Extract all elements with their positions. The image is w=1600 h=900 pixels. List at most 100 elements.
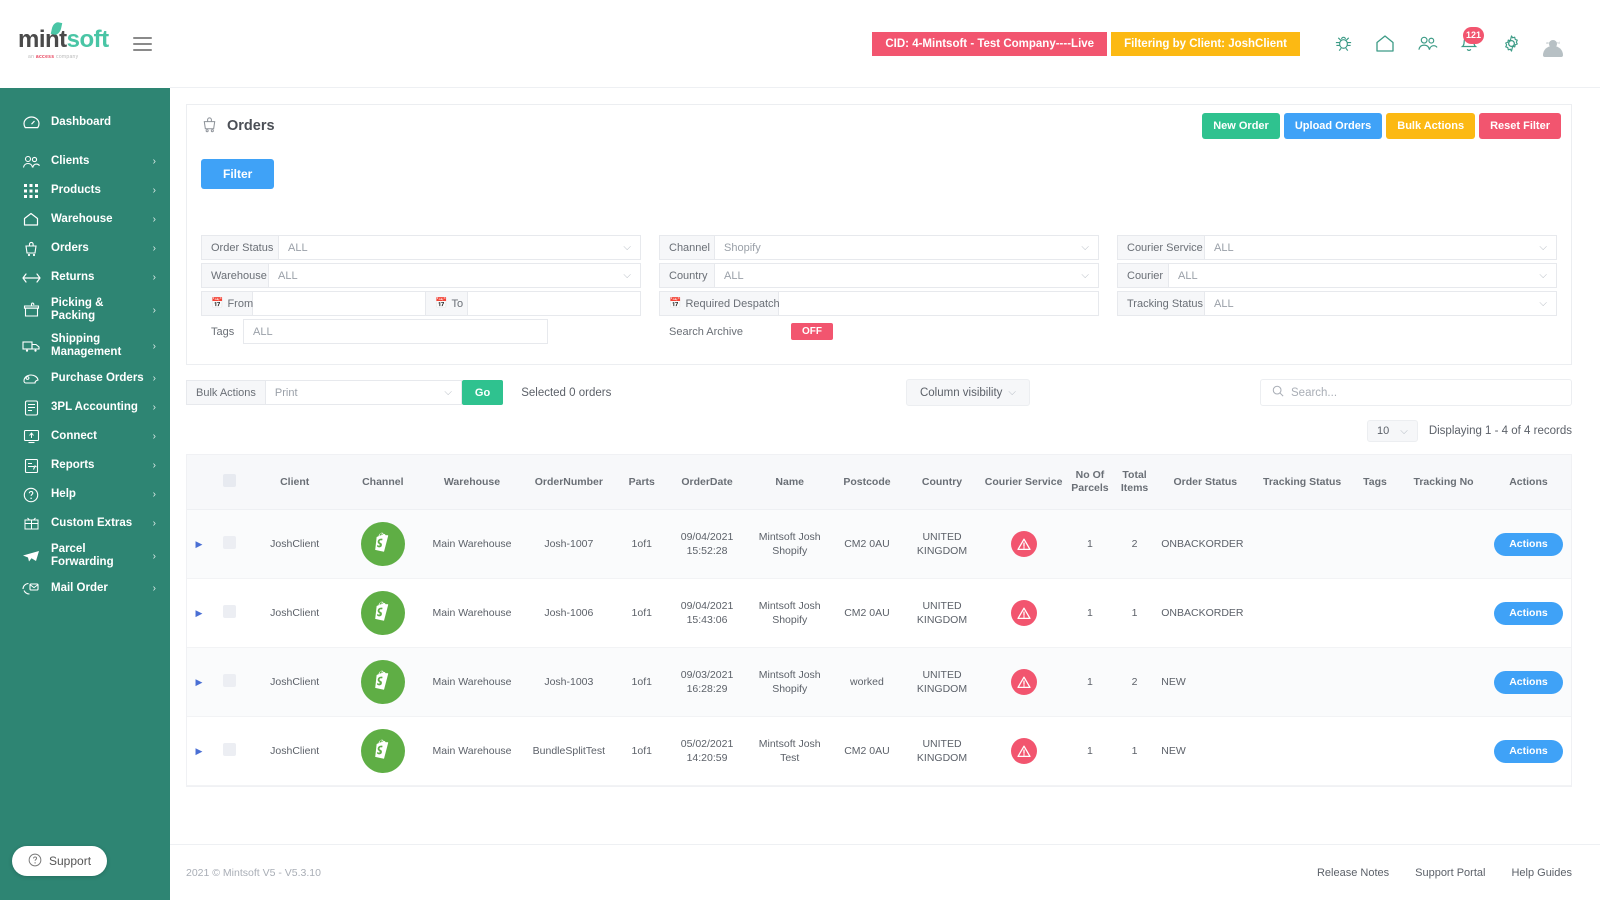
courier-select[interactable]: ALL ⌵ [1169,263,1557,288]
to-date-input[interactable] [468,291,641,316]
sidebar-item-picking-packing[interactable]: Picking & Packing › [0,292,170,328]
chevron-right-icon[interactable]: ▶ [196,539,203,549]
col-country[interactable]: Country [903,455,981,510]
cell-ordernumber[interactable]: Josh-1003 [520,648,618,717]
row-actions-button[interactable]: Actions [1494,602,1563,625]
sidebar-item-products[interactable]: Products › [0,176,170,205]
cell-ordernumber[interactable]: Josh-1007 [520,510,618,579]
sidebar-item-parcel-forwarding[interactable]: Parcel Forwarding › [0,538,170,574]
col-channel[interactable]: Channel [341,455,424,510]
col-tracking-no[interactable]: Tracking No [1401,455,1486,510]
courier-service-select[interactable]: ALL ⌵ [1205,235,1557,260]
col-ordernumber[interactable]: OrderNumber [520,455,618,510]
bug-icon[interactable] [1322,23,1364,65]
row-checkbox[interactable] [223,743,236,756]
warehouse-select[interactable]: ALL ⌵ [269,263,641,288]
col-no-of-parcels[interactable]: No Of Parcels [1066,455,1114,510]
sidebar-item-warehouse[interactable]: Warehouse › [0,205,170,234]
client-filter-badge[interactable]: Filtering by Client: JoshClient [1111,32,1300,56]
table-row[interactable]: ▶JoshClientMain WarehouseJosh-10061of109… [187,579,1571,648]
country-select[interactable]: ALL ⌵ [715,263,1099,288]
from-date-input[interactable] [253,291,426,316]
select-all-header[interactable] [211,455,248,510]
tags-input[interactable]: ALL [243,319,548,344]
sidebar-item-connect[interactable]: Connect › [0,422,170,451]
row-select-cell[interactable] [211,510,248,579]
expand-cell[interactable]: ▶ [187,510,211,579]
bulk-actions-select[interactable]: Print ⌵ [266,380,462,405]
table-row[interactable]: ▶JoshClientMain WarehouseJosh-10071of109… [187,510,1571,579]
col-name[interactable]: Name [748,455,831,510]
menu-toggle-button[interactable] [129,33,156,55]
col-client[interactable]: Client [248,455,342,510]
sidebar-item-mail-order[interactable]: Mail Order › [0,574,170,603]
release-notes-link[interactable]: Release Notes [1317,867,1389,879]
bell-icon[interactable]: 121 [1448,23,1490,65]
cell-actions[interactable]: Actions [1486,648,1571,717]
sidebar-item-returns[interactable]: Returns › [0,263,170,292]
required-despatch-input[interactable] [779,291,1099,316]
avatar-icon[interactable]: account [1532,23,1574,65]
expand-cell[interactable]: ▶ [187,717,211,786]
chevron-right-icon[interactable]: ▶ [196,608,203,618]
row-actions-button[interactable]: Actions [1494,671,1563,694]
row-select-cell[interactable] [211,717,248,786]
tracking-status-select[interactable]: ALL ⌵ [1205,291,1557,316]
cell-actions[interactable]: Actions [1486,717,1571,786]
sidebar-item-custom-extras[interactable]: Custom Extras › [0,509,170,538]
search-input[interactable]: Search... [1260,379,1572,406]
col-courier-service[interactable]: Courier Service [981,455,1066,510]
sidebar-item-3pl-accounting[interactable]: 3PL Accounting › [0,393,170,422]
upload-orders-button[interactable]: Upload Orders [1284,113,1382,139]
cid-badge[interactable]: CID: 4-Mintsoft - Test Company----Live [872,32,1107,56]
row-select-cell[interactable] [211,648,248,717]
row-actions-button[interactable]: Actions [1494,740,1563,763]
sidebar-item-clients[interactable]: Clients › [0,147,170,176]
col-parts[interactable]: Parts [618,455,666,510]
row-checkbox[interactable] [223,605,236,618]
support-button[interactable]: Support [12,846,107,876]
bulk-actions-button[interactable]: Bulk Actions [1386,113,1475,139]
cell-ordernumber[interactable]: Josh-1006 [520,579,618,648]
cell-actions[interactable]: Actions [1486,579,1571,648]
row-actions-button[interactable]: Actions [1494,533,1563,556]
expand-cell[interactable]: ▶ [187,648,211,717]
expand-cell[interactable]: ▶ [187,579,211,648]
sidebar-item-help[interactable]: Help › [0,480,170,509]
sidebar-item-shipping-management[interactable]: Shipping Management › [0,328,170,364]
col-tracking-status[interactable]: Tracking Status [1255,455,1349,510]
col-warehouse[interactable]: Warehouse [424,455,520,510]
users-icon[interactable] [1406,23,1448,65]
filter-tab[interactable]: Filter [201,159,274,189]
column-visibility-button[interactable]: Column visibility ⌵ [906,379,1030,406]
chevron-right-icon[interactable]: ▶ [196,677,203,687]
sidebar-item-purchase-orders[interactable]: Purchase Orders › [0,364,170,393]
sidebar-item-orders[interactable]: Orders › [0,234,170,263]
search-archive-toggle[interactable]: OFF [791,323,833,340]
order-status-select[interactable]: ALL ⌵ [279,235,641,260]
table-row[interactable]: ▶JoshClientMain WarehouseBundleSplitTest… [187,717,1571,786]
table-row[interactable]: ▶JoshClientMain WarehouseJosh-10031of109… [187,648,1571,717]
home-icon[interactable] [1364,23,1406,65]
col-total-items[interactable]: Total Items [1114,455,1155,510]
row-checkbox[interactable] [223,536,236,549]
row-select-cell[interactable] [211,579,248,648]
sidebar-item-dashboard[interactable]: Dashboard [0,108,170,137]
new-order-button[interactable]: New Order [1202,113,1280,139]
col-orderdate[interactable]: OrderDate [666,455,749,510]
cell-actions[interactable]: Actions [1486,510,1571,579]
col-order-status[interactable]: Order Status [1155,455,1255,510]
col-postcode[interactable]: Postcode [831,455,903,510]
page-size-select[interactable]: 10 ⌵ [1367,420,1418,442]
gear-icon[interactable] [1490,23,1532,65]
logo[interactable]: mintsoft an access company [18,28,109,60]
help-guides-link[interactable]: Help Guides [1511,867,1572,879]
support-portal-link[interactable]: Support Portal [1415,867,1485,879]
chevron-right-icon[interactable]: ▶ [196,746,203,756]
sidebar-item-reports[interactable]: Reports › [0,451,170,480]
go-button[interactable]: Go [462,380,503,405]
cell-ordernumber[interactable]: BundleSplitTest [520,717,618,786]
select-all-checkbox[interactable] [223,474,236,487]
row-checkbox[interactable] [223,674,236,687]
reset-filter-button[interactable]: Reset Filter [1479,113,1561,139]
